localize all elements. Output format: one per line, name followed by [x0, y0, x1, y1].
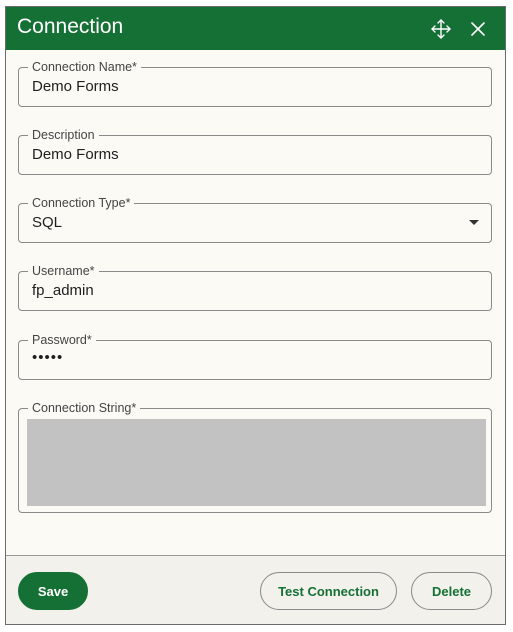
dialog-title: Connection — [17, 15, 124, 38]
connection-type-select[interactable]: Connection Type* SQL — [18, 196, 492, 243]
caret-down-icon[interactable] — [469, 220, 479, 225]
username-field[interactable]: Username* fp_admin — [18, 264, 492, 311]
connection-dialog: Connection Connection Name* Demo Forms D… — [5, 6, 506, 625]
connection-string-label: Connection String* — [28, 401, 141, 415]
connection-string-redacted-area[interactable] — [27, 419, 486, 506]
connection-name-label: Connection Name* — [28, 60, 141, 74]
username-label: Username* — [28, 264, 99, 278]
connection-string-field[interactable]: Connection String* — [18, 401, 492, 513]
username-value: fp_admin — [32, 282, 94, 299]
password-value: ••••• — [32, 349, 64, 366]
connection-name-value: Demo Forms — [32, 78, 119, 95]
password-label: Password* — [28, 333, 96, 347]
close-icon[interactable] — [467, 18, 489, 40]
description-label: Description — [28, 128, 99, 142]
test-connection-button[interactable]: Test Connection — [260, 572, 397, 610]
connection-name-field[interactable]: Connection Name* Demo Forms — [18, 60, 492, 107]
description-field[interactable]: Description Demo Forms — [18, 128, 492, 175]
save-button[interactable]: Save — [18, 572, 88, 610]
password-field[interactable]: Password* ••••• — [18, 333, 492, 380]
description-value: Demo Forms — [32, 146, 119, 163]
dialog-footer: Save Test Connection Delete — [6, 555, 505, 624]
connection-type-value: SQL — [32, 214, 63, 231]
delete-button[interactable]: Delete — [411, 572, 492, 610]
move-icon[interactable] — [430, 18, 452, 40]
connection-type-label: Connection Type* — [28, 196, 135, 210]
dialog-header: Connection — [6, 7, 505, 50]
